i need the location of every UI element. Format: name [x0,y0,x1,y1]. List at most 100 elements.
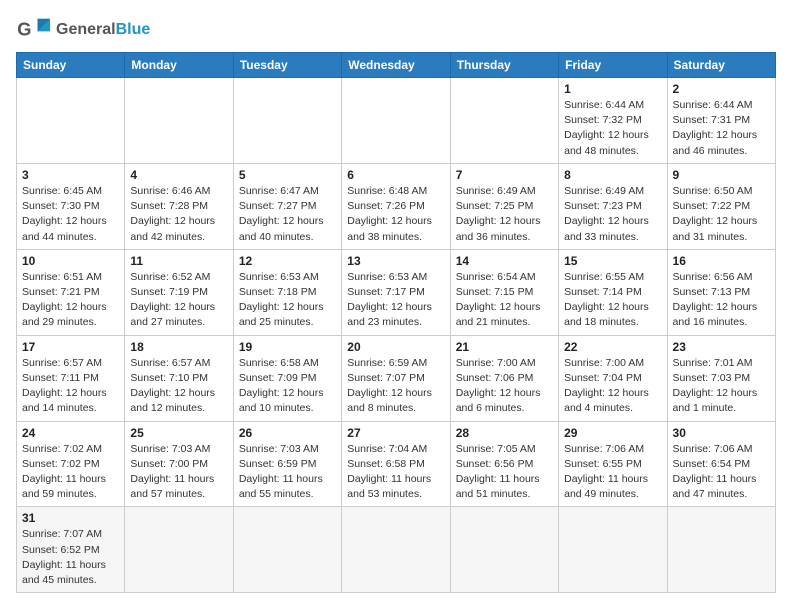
calendar-cell: 27Sunrise: 7:04 AM Sunset: 6:58 PM Dayli… [342,421,450,507]
day-info: Sunrise: 6:50 AM Sunset: 7:22 PM Dayligh… [673,184,770,245]
day-number: 21 [456,340,553,354]
day-info: Sunrise: 6:59 AM Sunset: 7:07 PM Dayligh… [347,356,444,417]
day-number: 17 [22,340,119,354]
day-info: Sunrise: 6:46 AM Sunset: 7:28 PM Dayligh… [130,184,227,245]
calendar-cell [233,78,341,164]
day-number: 4 [130,168,227,182]
day-info: Sunrise: 6:49 AM Sunset: 7:25 PM Dayligh… [456,184,553,245]
day-info: Sunrise: 6:55 AM Sunset: 7:14 PM Dayligh… [564,270,661,331]
calendar-cell: 8 Sunrise: 6:49 AM Sunset: 7:23 PM Daylig… [559,163,667,249]
calendar-cell: 5 Sunrise: 6:47 AM Sunset: 7:27 PM Daylig… [233,163,341,249]
day-info: Sunrise: 6:52 AM Sunset: 7:19 PM Dayligh… [130,270,227,331]
logo: G GeneralBlue [16,16,150,44]
day-number: 25 [130,426,227,440]
calendar-cell: 3 Sunrise: 6:45 AM Sunset: 7:30 PM Daylig… [17,163,125,249]
calendar-week-6: 31Sunrise: 7:07 AM Sunset: 6:52 PM Dayli… [17,507,776,593]
day-info: Sunrise: 7:06 AM Sunset: 6:54 PM Dayligh… [673,442,770,503]
calendar-cell [233,507,341,593]
day-info: Sunrise: 7:00 AM Sunset: 7:06 PM Dayligh… [456,356,553,417]
calendar-cell: 20 Sunrise: 6:59 AM Sunset: 7:07 PM Dayli… [342,335,450,421]
day-info: Sunrise: 7:03 AM Sunset: 6:59 PM Dayligh… [239,442,336,503]
logo-text: GeneralBlue [56,21,150,39]
calendar-cell: 30Sunrise: 7:06 AM Sunset: 6:54 PM Dayli… [667,421,775,507]
calendar-cell [450,78,558,164]
calendar-week-2: 3 Sunrise: 6:45 AM Sunset: 7:30 PM Daylig… [17,163,776,249]
calendar-cell: 13Sunrise: 6:53 AM Sunset: 7:17 PM Dayli… [342,249,450,335]
calendar-cell: 12Sunrise: 6:53 AM Sunset: 7:18 PM Dayli… [233,249,341,335]
day-info: Sunrise: 6:49 AM Sunset: 7:23 PM Dayligh… [564,184,661,245]
day-number: 5 [239,168,336,182]
day-number: 26 [239,426,336,440]
calendar-cell [125,507,233,593]
calendar-cell: 10 Sunrise: 6:51 AM Sunset: 7:21 PM Dayli… [17,249,125,335]
day-info: Sunrise: 7:03 AM Sunset: 7:00 PM Dayligh… [130,442,227,503]
calendar-cell [342,78,450,164]
day-info: Sunrise: 7:05 AM Sunset: 6:56 PM Dayligh… [456,442,553,503]
calendar-cell: 2Sunrise: 6:44 AM Sunset: 7:31 PM Daylig… [667,78,775,164]
day-number: 29 [564,426,661,440]
calendar-cell: 19Sunrise: 6:58 AM Sunset: 7:09 PM Dayli… [233,335,341,421]
svg-text:G: G [17,20,31,40]
day-number: 20 [347,340,444,354]
calendar-cell: 23Sunrise: 7:01 AM Sunset: 7:03 PM Dayli… [667,335,775,421]
day-number: 10 [22,254,119,268]
day-number: 22 [564,340,661,354]
weekday-header-wednesday: Wednesday [342,53,450,78]
weekday-header-saturday: Saturday [667,53,775,78]
day-info: Sunrise: 6:45 AM Sunset: 7:30 PM Dayligh… [22,184,119,245]
weekday-header-friday: Friday [559,53,667,78]
calendar-cell: 28Sunrise: 7:05 AM Sunset: 6:56 PM Dayli… [450,421,558,507]
calendar-week-4: 17 Sunrise: 6:57 AM Sunset: 7:11 PM Dayli… [17,335,776,421]
calendar-cell: 11 Sunrise: 6:52 AM Sunset: 7:19 PM Dayli… [125,249,233,335]
weekday-header-tuesday: Tuesday [233,53,341,78]
calendar-cell: 24 Sunrise: 7:02 AM Sunset: 7:02 PM Dayli… [17,421,125,507]
day-number: 14 [456,254,553,268]
day-info: Sunrise: 6:44 AM Sunset: 7:31 PM Dayligh… [673,98,770,159]
weekday-header-row: SundayMondayTuesdayWednesdayThursdayFrid… [17,53,776,78]
calendar-week-5: 24 Sunrise: 7:02 AM Sunset: 7:02 PM Dayli… [17,421,776,507]
day-info: Sunrise: 7:00 AM Sunset: 7:04 PM Dayligh… [564,356,661,417]
day-number: 12 [239,254,336,268]
calendar-cell: 22 Sunrise: 7:00 AM Sunset: 7:04 PM Dayli… [559,335,667,421]
day-number: 8 [564,168,661,182]
calendar-cell: 25 Sunrise: 7:03 AM Sunset: 7:00 PM Dayli… [125,421,233,507]
calendar-cell [450,507,558,593]
calendar-cell: 17 Sunrise: 6:57 AM Sunset: 7:11 PM Dayli… [17,335,125,421]
day-number: 9 [673,168,770,182]
calendar-cell [125,78,233,164]
day-info: Sunrise: 6:54 AM Sunset: 7:15 PM Dayligh… [456,270,553,331]
calendar-cell: 21 Sunrise: 7:00 AM Sunset: 7:06 PM Dayli… [450,335,558,421]
calendar-cell: 16Sunrise: 6:56 AM Sunset: 7:13 PM Dayli… [667,249,775,335]
calendar-week-1: 1Sunrise: 6:44 AM Sunset: 7:32 PM Daylig… [17,78,776,164]
calendar-cell: 1Sunrise: 6:44 AM Sunset: 7:32 PM Daylig… [559,78,667,164]
calendar-cell: 31Sunrise: 7:07 AM Sunset: 6:52 PM Dayli… [17,507,125,593]
day-info: Sunrise: 6:56 AM Sunset: 7:13 PM Dayligh… [673,270,770,331]
calendar-cell: 4 Sunrise: 6:46 AM Sunset: 7:28 PM Daylig… [125,163,233,249]
day-number: 18 [130,340,227,354]
day-number: 7 [456,168,553,182]
weekday-header-monday: Monday [125,53,233,78]
calendar-cell [559,507,667,593]
day-number: 15 [564,254,661,268]
day-number: 3 [22,168,119,182]
calendar-cell: 29Sunrise: 7:06 AM Sunset: 6:55 PM Dayli… [559,421,667,507]
calendar-cell: 7 Sunrise: 6:49 AM Sunset: 7:25 PM Daylig… [450,163,558,249]
calendar-cell: 14 Sunrise: 6:54 AM Sunset: 7:15 PM Dayli… [450,249,558,335]
day-info: Sunrise: 6:47 AM Sunset: 7:27 PM Dayligh… [239,184,336,245]
day-info: Sunrise: 6:51 AM Sunset: 7:21 PM Dayligh… [22,270,119,331]
day-number: 24 [22,426,119,440]
day-info: Sunrise: 6:58 AM Sunset: 7:09 PM Dayligh… [239,356,336,417]
day-number: 31 [22,511,119,525]
day-number: 11 [130,254,227,268]
day-info: Sunrise: 7:02 AM Sunset: 7:02 PM Dayligh… [22,442,119,503]
weekday-header-thursday: Thursday [450,53,558,78]
calendar-cell: 18 Sunrise: 6:57 AM Sunset: 7:10 PM Dayli… [125,335,233,421]
calendar-cell [17,78,125,164]
calendar-cell: 9 Sunrise: 6:50 AM Sunset: 7:22 PM Daylig… [667,163,775,249]
calendar-cell: 15 Sunrise: 6:55 AM Sunset: 7:14 PM Dayli… [559,249,667,335]
day-info: Sunrise: 6:57 AM Sunset: 7:10 PM Dayligh… [130,356,227,417]
day-number: 1 [564,82,661,96]
calendar-week-3: 10 Sunrise: 6:51 AM Sunset: 7:21 PM Dayli… [17,249,776,335]
day-info: Sunrise: 6:57 AM Sunset: 7:11 PM Dayligh… [22,356,119,417]
calendar-cell [667,507,775,593]
